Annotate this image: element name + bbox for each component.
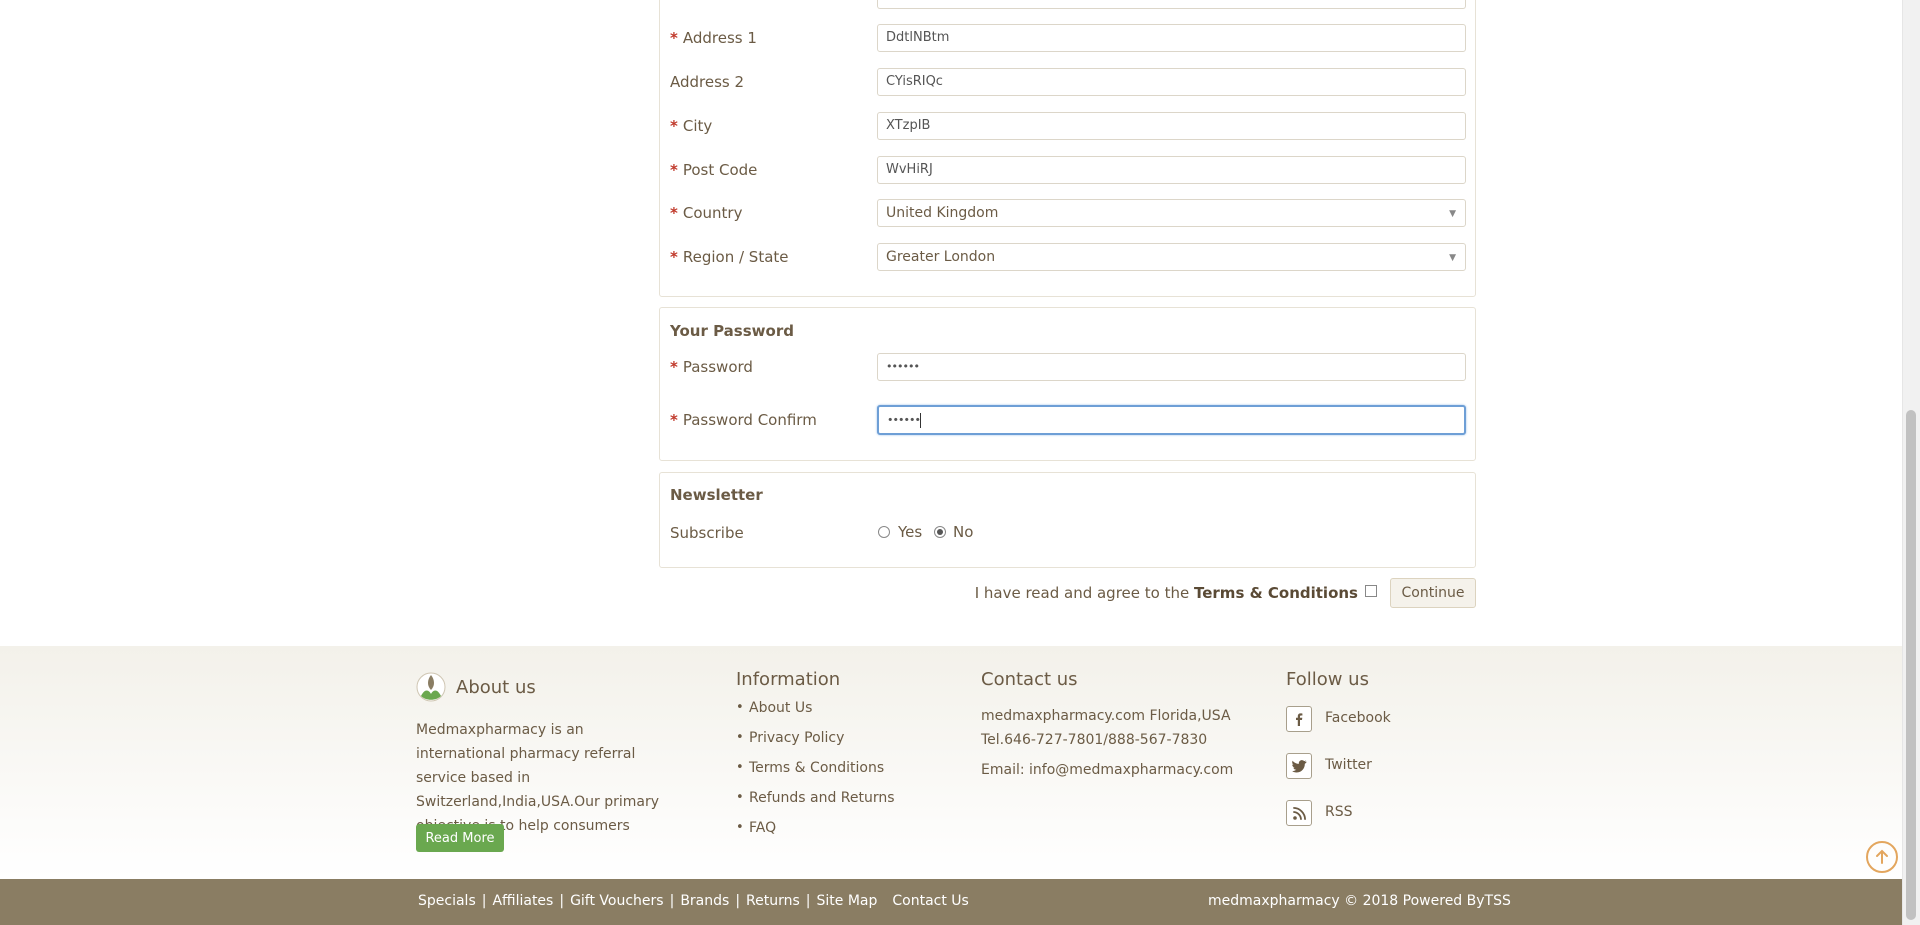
- copyright-text: medmaxpharmacy © 2018 Powered ByTSS: [1208, 893, 1511, 909]
- continue-button[interactable]: Continue: [1390, 578, 1476, 608]
- information-title: Information: [736, 669, 841, 690]
- contact-title: Contact us: [981, 669, 1078, 690]
- follow-title: Follow us: [1286, 669, 1369, 690]
- address1-row: * Address 1 DdtlNBtm: [660, 24, 1475, 52]
- facebook-label[interactable]: Facebook: [1325, 710, 1391, 726]
- information-list: About Us Privacy Policy Terms & Conditio…: [736, 700, 895, 850]
- country-row: * Country United Kingdom ▼: [660, 199, 1475, 227]
- footer-about: About us Medmaxpharmacy is an internatio…: [416, 646, 676, 866]
- password-panel: Your Password * Password •••••• * Password…: [659, 307, 1476, 461]
- terms-link[interactable]: Terms & Conditions: [1194, 584, 1358, 602]
- about-logo-icon: [416, 672, 446, 702]
- password-input[interactable]: ••••••: [877, 353, 1466, 381]
- city-row: * City XTzpIB: [660, 112, 1475, 140]
- password-section-title: Your Password: [670, 322, 794, 340]
- footer-information: Information About Us Privacy Policy Term…: [736, 646, 936, 866]
- address2-input[interactable]: CYisRIQc: [877, 68, 1466, 96]
- bottom-links: Specials | Affiliates | Gift Vouchers | Brands…: [418, 893, 969, 909]
- rss-label[interactable]: RSS: [1325, 804, 1353, 820]
- info-link-faq[interactable]: FAQ: [736, 820, 895, 850]
- password-row: * Password ••••••: [660, 353, 1475, 381]
- read-more-button[interactable]: Read More: [416, 824, 504, 852]
- footer-contact: Contact us medmaxpharmacy.com Florida,US…: [981, 646, 1241, 866]
- scrollbar-thumb[interactable]: [1906, 410, 1916, 920]
- contact-email[interactable]: Email: info@medmaxpharmacy.com: [981, 762, 1233, 778]
- vertical-scrollbar[interactable]: [1902, 0, 1920, 925]
- separator: |: [669, 893, 675, 909]
- chevron-down-icon: ▼: [1449, 209, 1456, 219]
- password-confirm-value: ••••••: [887, 413, 921, 427]
- postcode-label: * Post Code: [670, 161, 758, 179]
- rss-icon: [1286, 800, 1312, 826]
- subscribe-yes-radio[interactable]: [878, 526, 890, 538]
- bottom-link-specials[interactable]: Specials: [418, 893, 476, 909]
- bottom-link-brands[interactable]: Brands: [680, 893, 729, 909]
- info-link-privacy[interactable]: Privacy Policy: [736, 730, 895, 760]
- back-to-top-button[interactable]: [1866, 841, 1898, 873]
- password-label: * Password: [670, 358, 753, 376]
- bottom-link-gift-vouchers[interactable]: Gift Vouchers: [570, 893, 664, 909]
- facebook-icon: [1286, 706, 1312, 732]
- address2-label: Address 2: [670, 73, 745, 91]
- region-select[interactable]: Greater London ▼: [877, 243, 1466, 271]
- city-input[interactable]: XTzpIB: [877, 112, 1466, 140]
- region-row: * Region / State Greater London ▼: [660, 243, 1475, 271]
- subscribe-row: Subscribe Yes No: [660, 519, 1475, 547]
- password-confirm-input[interactable]: ••••••: [877, 405, 1466, 435]
- country-select-value: United Kingdom: [886, 205, 999, 221]
- address2-row: Address 2 CYisRIQc: [660, 68, 1475, 96]
- agree-text: I have read and agree to the Terms & Con…: [975, 584, 1358, 602]
- info-link-refunds[interactable]: Refunds and Returns: [736, 790, 895, 820]
- address1-input[interactable]: DdtlNBtm: [877, 24, 1466, 52]
- bottom-bar: Specials | Affiliates | Gift Vouchers | Brands…: [0, 879, 1903, 925]
- address-panel: * Address 1 DdtlNBtm Address 2 CYisRIQc *…: [659, 0, 1476, 297]
- arrow-up-icon: [1876, 849, 1888, 864]
- footer-follow: Follow us Facebook Twitter RSS: [1286, 646, 1486, 866]
- agree-text-label: I have read and agree to the: [974, 584, 1190, 602]
- bottom-link-contact-us[interactable]: Contact Us: [892, 893, 968, 909]
- agree-row: I have read and agree to the Terms & Con…: [659, 578, 1476, 608]
- separator: |: [805, 893, 811, 909]
- twitter-icon: [1286, 753, 1312, 779]
- country-label: * Country: [670, 204, 743, 222]
- password-confirm-label: * Password Confirm: [670, 411, 817, 429]
- bottom-link-site-map[interactable]: Site Map: [817, 893, 878, 909]
- city-label: * City: [670, 117, 713, 135]
- region-select-value: Greater London: [886, 249, 996, 265]
- twitter-label[interactable]: Twitter: [1325, 757, 1372, 773]
- info-link-terms[interactable]: Terms & Conditions: [736, 760, 895, 790]
- contact-address: medmaxpharmacy.com Florida,USA: [981, 708, 1231, 724]
- company-field-partial[interactable]: [877, 0, 1466, 9]
- about-title: About us: [456, 677, 536, 698]
- postcode-row: * Post Code WvHiRJ: [660, 156, 1475, 184]
- postcode-input[interactable]: WvHiRJ: [877, 156, 1466, 184]
- subscribe-no-radio[interactable]: [934, 526, 946, 538]
- newsletter-panel: Newsletter Subscribe Yes No: [659, 472, 1476, 568]
- subscribe-no-label[interactable]: No: [953, 523, 973, 541]
- password-confirm-row: * Password Confirm ••••••: [660, 405, 1475, 435]
- address1-label: * Address 1: [670, 29, 757, 47]
- info-link-about[interactable]: About Us: [736, 700, 895, 730]
- bottom-link-returns[interactable]: Returns: [746, 893, 800, 909]
- newsletter-section-title: Newsletter: [670, 486, 763, 504]
- text-cursor: [919, 413, 921, 428]
- country-select[interactable]: United Kingdom ▼: [877, 199, 1466, 227]
- footer: About us Medmaxpharmacy is an internatio…: [0, 646, 1903, 879]
- separator: |: [559, 893, 565, 909]
- region-label: * Region / State: [670, 248, 789, 266]
- agree-checkbox[interactable]: [1365, 585, 1377, 597]
- bottom-link-affiliates[interactable]: Affiliates: [492, 893, 553, 909]
- chevron-down-icon: ▼: [1449, 253, 1456, 263]
- subscribe-yes-label[interactable]: Yes: [898, 523, 922, 541]
- separator: |: [735, 893, 741, 909]
- contact-tel: Tel.646-727-7801/888-567-7830: [981, 732, 1208, 748]
- about-text: Medmaxpharmacy is an international pharm…: [416, 722, 659, 834]
- separator: |: [481, 893, 487, 909]
- subscribe-label: Subscribe: [670, 524, 744, 542]
